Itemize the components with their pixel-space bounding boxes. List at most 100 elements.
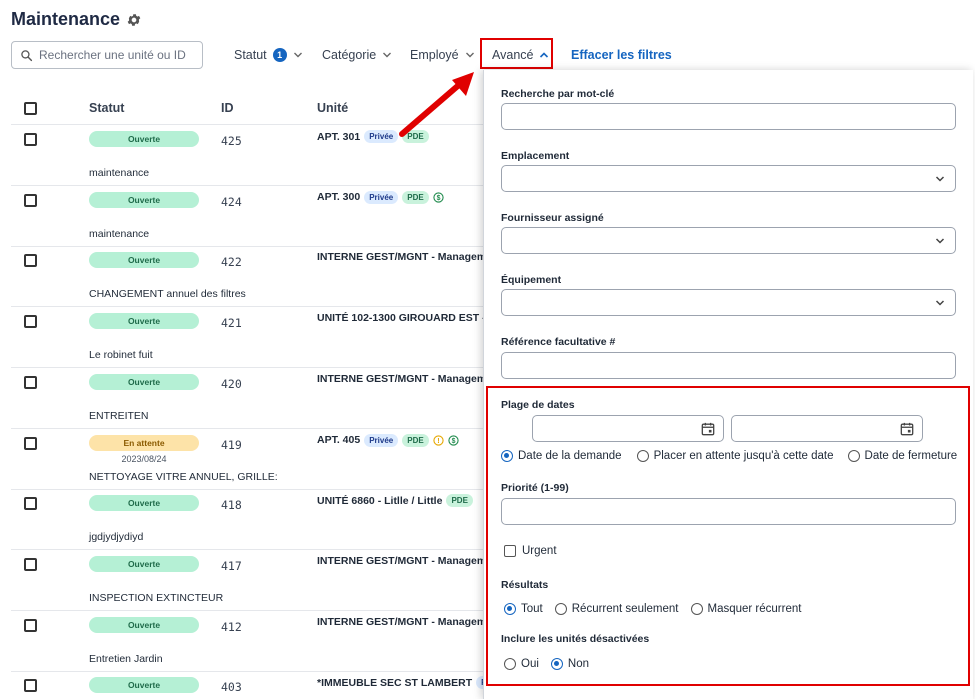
supplier-select[interactable] bbox=[501, 227, 956, 254]
table-row[interactable]: Ouverte 424 APT. 300 Privée PDE $ maintenance bbox=[11, 186, 491, 247]
clear-filters-link[interactable]: Effacer les filtres bbox=[571, 41, 672, 69]
keyword-label: Recherche par mot-clé bbox=[501, 88, 615, 100]
chevron-down-icon bbox=[935, 238, 945, 244]
gear-icon[interactable] bbox=[126, 12, 142, 28]
chevron-down-icon bbox=[465, 52, 474, 58]
row-id: 422 bbox=[221, 255, 242, 270]
equipment-select[interactable] bbox=[501, 289, 956, 316]
filter-employe[interactable]: Employé bbox=[410, 41, 475, 69]
row-id: 421 bbox=[221, 316, 242, 331]
calendar-icon[interactable] bbox=[900, 422, 914, 436]
svg-text:$: $ bbox=[451, 437, 455, 444]
row-unit[interactable]: UNITÉ 6860 - Litlle / Little PDE bbox=[317, 494, 473, 508]
radio-results-tout[interactable]: Tout bbox=[504, 603, 543, 615]
row-checkbox[interactable] bbox=[24, 133, 37, 146]
table-row[interactable]: Ouverte 417 INTERNE GEST/MGNT - Management… bbox=[11, 550, 491, 611]
row-checkbox[interactable] bbox=[24, 618, 37, 632]
status-badge: Ouverte bbox=[89, 313, 199, 330]
filter-employe-label: Employé bbox=[410, 48, 459, 62]
status-badge: Ouverte bbox=[89, 616, 199, 633]
filter-statut[interactable]: Statut 1 bbox=[234, 41, 303, 69]
date-to-input[interactable] bbox=[731, 415, 923, 442]
radio-include-oui[interactable]: Oui bbox=[504, 658, 539, 670]
row-description: maintenance bbox=[89, 227, 150, 240]
row-id: 420 bbox=[221, 376, 242, 391]
row-checkbox[interactable] bbox=[24, 375, 37, 389]
row-id: 419 bbox=[221, 437, 242, 452]
row-id: 417 bbox=[221, 558, 242, 573]
unit-name: INTERNE GEST/MGNT - Management bbox=[317, 372, 491, 385]
status-badge: Ouverte bbox=[89, 495, 199, 512]
row-unit[interactable]: INTERNE GEST/MGNT - Management bbox=[317, 373, 491, 385]
row-unit[interactable]: INTERNE GEST/MGNT - Management bbox=[317, 251, 491, 263]
row-unit[interactable]: INTERNE GEST/MGNT - Management bbox=[317, 616, 491, 628]
keyword-input[interactable] bbox=[501, 103, 956, 130]
select-all-checkbox[interactable] bbox=[24, 102, 37, 115]
reference-label: Référence facultative # bbox=[501, 336, 616, 348]
row-checkbox[interactable] bbox=[24, 315, 37, 329]
table-row[interactable]: Ouverte 412 INTERNE GEST/MGNT - Management… bbox=[11, 611, 491, 672]
row-checkbox[interactable] bbox=[24, 254, 37, 268]
row-checkbox[interactable] bbox=[24, 679, 37, 693]
unit-name: APT. 300 bbox=[317, 191, 361, 204]
row-unit[interactable]: UNITÉ 102-1300 GIROUARD EST - Côt bbox=[317, 312, 491, 324]
unit-name: *IMMEUBLE SEC ST LAMBERT bbox=[317, 676, 473, 689]
row-unit[interactable]: APT. 300 Privée PDE $ bbox=[317, 190, 444, 204]
row-description: CHANGEMENT annuel des filtres bbox=[89, 288, 246, 301]
page-header: Maintenance bbox=[11, 9, 142, 30]
priority-input[interactable] bbox=[501, 498, 956, 525]
unit-name: INTERNE GEST/MGNT - Management bbox=[317, 615, 491, 628]
calendar-icon[interactable] bbox=[701, 422, 715, 436]
unit-tag: PDE bbox=[402, 433, 429, 447]
row-id: 403 bbox=[221, 680, 242, 695]
row-unit[interactable]: APT. 405 Privée PDE! $ bbox=[317, 433, 459, 447]
reference-input[interactable] bbox=[501, 352, 956, 379]
filter-categorie-label: Catégorie bbox=[322, 48, 377, 62]
include-disabled-label: Inclure les unités désactivées bbox=[501, 633, 650, 645]
unit-tag: Privée bbox=[364, 130, 399, 143]
row-description: maintenance bbox=[89, 167, 150, 179]
table-row[interactable]: En attente 2023/08/24 419 APT. 405 Privée PDE… bbox=[11, 429, 491, 490]
date-type-radio-group: Date de la demande Placer en attente jus… bbox=[501, 450, 969, 462]
column-header-statut: Statut bbox=[89, 101, 125, 115]
row-description: INSPECTION EXTINCTEUR bbox=[89, 591, 224, 604]
unit-name: UNITÉ 6860 - Litlle / Little bbox=[317, 494, 443, 507]
status-badge: Ouverte bbox=[89, 131, 199, 147]
priority-label: Priorité (1-99) bbox=[501, 482, 569, 494]
table-row[interactable]: Ouverte 418 UNITÉ 6860 - Litlle / Little PD… bbox=[11, 489, 491, 551]
row-unit[interactable]: *IMMEUBLE SEC ST LAMBERTPrivée bbox=[317, 676, 491, 690]
filter-categorie[interactable]: Catégorie bbox=[322, 41, 392, 69]
include-disabled-radio-group: Oui Non bbox=[504, 658, 601, 670]
unit-tag: Privée bbox=[364, 433, 399, 447]
radio-include-non[interactable]: Non bbox=[550, 658, 589, 670]
row-id: 418 bbox=[221, 498, 242, 513]
urgent-checkbox[interactable]: Urgent bbox=[504, 545, 557, 557]
status-badge: Ouverte bbox=[89, 677, 199, 694]
unit-tag: PDE bbox=[446, 494, 473, 508]
table-row[interactable]: Ouverte 403 *IMMEUBLE SEC ST LAMBERTPrivée bbox=[11, 671, 491, 699]
filter-count-badge: 1 bbox=[272, 48, 287, 62]
row-unit[interactable]: INTERNE GEST/MGNT - Management bbox=[317, 555, 491, 567]
row-id: 412 bbox=[221, 619, 242, 634]
row-checkbox[interactable] bbox=[24, 557, 37, 571]
radio-date-demande[interactable]: Date de la demande bbox=[501, 450, 622, 462]
date-from-input[interactable] bbox=[532, 415, 724, 442]
location-select[interactable] bbox=[501, 165, 956, 192]
table-row[interactable]: Ouverte 422 INTERNE GEST/MGNT - Management… bbox=[11, 246, 491, 308]
chevron-down-icon bbox=[293, 52, 302, 58]
radio-date-fermeture[interactable]: Date de fermeture bbox=[847, 450, 957, 462]
row-checkbox[interactable] bbox=[24, 497, 37, 511]
radio-results-masquer[interactable]: Masquer récurrent bbox=[690, 603, 801, 615]
row-checkbox[interactable] bbox=[24, 436, 37, 450]
alert-icon: ! bbox=[433, 434, 444, 446]
chevron-down-icon bbox=[935, 176, 945, 182]
radio-results-recurrent[interactable]: Récurrent seulement bbox=[554, 603, 679, 615]
location-label: Emplacement bbox=[501, 150, 570, 162]
row-checkbox[interactable] bbox=[24, 193, 37, 207]
table-row[interactable]: Ouverte 420 INTERNE GEST/MGNT - Management… bbox=[11, 368, 491, 429]
chevron-down-icon bbox=[935, 300, 945, 306]
status-badge: Ouverte bbox=[89, 252, 199, 269]
table-row[interactable]: Ouverte 421 UNITÉ 102-1300 GIROUARD EST - … bbox=[11, 307, 491, 369]
row-id: 425 bbox=[221, 134, 242, 148]
radio-date-attente[interactable]: Placer en attente jusqu'à cette date bbox=[636, 450, 834, 462]
